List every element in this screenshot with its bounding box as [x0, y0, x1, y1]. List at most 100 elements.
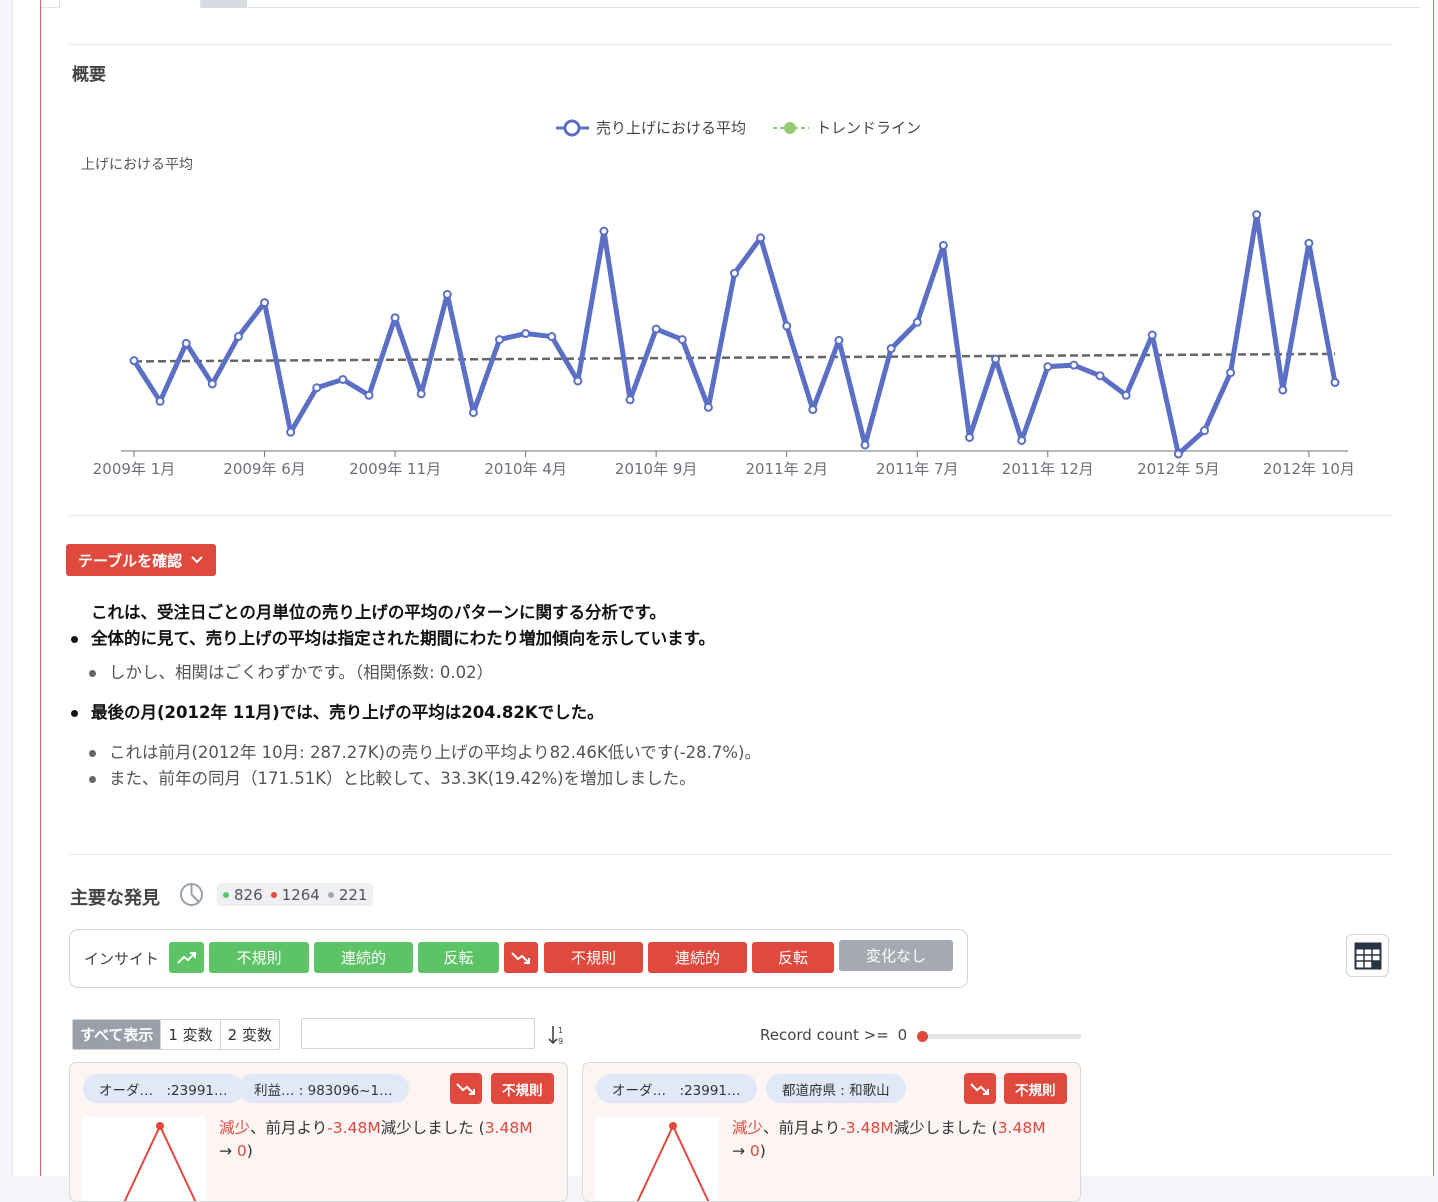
data-point[interactable] [1173, 449, 1183, 459]
legend-trend-label: トレンドライン [816, 119, 921, 137]
no-change-filter[interactable]: 変化なし [839, 940, 953, 971]
view-table-button[interactable]: テーブルを確認 [66, 544, 217, 576]
data-point[interactable] [495, 335, 505, 345]
data-point[interactable] [129, 356, 139, 366]
data-point[interactable] [364, 390, 374, 400]
data-point[interactable] [782, 321, 792, 331]
data-point[interactable] [860, 440, 870, 450]
x-tick-label: 2009年 6月 [223, 460, 306, 478]
data-point[interactable] [573, 376, 583, 386]
trend-down-filter[interactable] [504, 942, 538, 973]
data-point[interactable] [1095, 371, 1105, 381]
filter-pill: 都道府県 : 和歌山 [766, 1074, 906, 1103]
data-point[interactable] [547, 332, 557, 342]
down-continuous-filter[interactable]: 連続的 [648, 942, 747, 973]
data-point[interactable] [468, 408, 478, 418]
slider-handle[interactable] [917, 1031, 928, 1042]
data-point[interactable] [912, 317, 922, 327]
record-count-slider[interactable] [917, 1031, 1081, 1042]
data-point[interactable] [338, 374, 348, 384]
data-point[interactable] [442, 289, 452, 299]
data-point[interactable] [1069, 360, 1079, 370]
chevron-down-icon [191, 556, 203, 564]
data-point[interactable] [730, 268, 739, 278]
count-neutral: 221 [327, 886, 367, 904]
data-point[interactable] [1121, 390, 1131, 400]
mini-chart [595, 1117, 719, 1201]
trend-down-icon [511, 951, 530, 964]
data-point[interactable] [1147, 330, 1157, 340]
data-point[interactable] [625, 395, 635, 405]
data-point[interactable] [1226, 368, 1236, 378]
record-count-text: Record count >= [760, 1026, 894, 1044]
x-tick-label: 2011年 12月 [1002, 460, 1094, 478]
data-point[interactable] [1252, 210, 1262, 220]
data-point[interactable] [599, 226, 609, 236]
data-point[interactable] [1330, 377, 1340, 387]
filter-pill: オーダ… :23991… [596, 1074, 757, 1103]
data-point[interactable] [390, 313, 400, 323]
show-all-tab[interactable]: すべて表示 [73, 1020, 162, 1049]
data-point[interactable] [1199, 426, 1209, 436]
chart-legend[interactable]: 売り上げにおける平均 トレンドライン [556, 119, 921, 137]
data-point[interactable] [207, 379, 217, 389]
data-point[interactable] [233, 332, 243, 342]
data-point[interactable] [416, 389, 426, 399]
insight-filter-bar: インサイト 不規則 連続的 反転 不規則 連続的 反転 変化なし [69, 929, 968, 988]
sort-icon[interactable]: 1 9 [547, 1023, 567, 1047]
up-reversal-filter[interactable]: 反転 [418, 942, 499, 973]
data-point[interactable] [756, 233, 766, 243]
up-irregular-filter[interactable]: 不規則 [209, 942, 309, 973]
data-point[interactable] [1043, 362, 1053, 372]
tab-inactive[interactable] [201, 0, 247, 8]
data-point[interactable] [1017, 435, 1027, 445]
up-continuous-filter[interactable]: 連続的 [314, 942, 413, 973]
finding-card[interactable]: オーダ… :23991… 利益… : 983096~1… 不規則 減少、前月より… [69, 1062, 568, 1202]
trend-up-filter[interactable] [169, 942, 204, 973]
svg-text:9: 9 [558, 1037, 563, 1046]
decrease-amount: -3.48M [327, 1119, 381, 1137]
data-point[interactable] [155, 396, 165, 406]
x-axis-ticks: 2009年 1月 2009年 6月 2009年 11月 2010年 4月 2010年 9… [93, 451, 1355, 478]
data-point[interactable] [651, 324, 661, 334]
data-point[interactable] [964, 432, 974, 442]
card-text-part: ) [246, 1142, 253, 1160]
data-point[interactable] [703, 402, 713, 412]
card-text-part: 、前月より [763, 1119, 841, 1137]
finding-card[interactable]: オーダ… :23991… 都道府県 : 和歌山 不規則 減少、前月より-3.48… [582, 1062, 1081, 1202]
view-table-label: テーブルを確認 [78, 551, 183, 570]
trend-down-icon [964, 1073, 996, 1104]
one-variable-tab[interactable]: 1 変数 [161, 1020, 221, 1049]
data-point[interactable] [677, 335, 687, 345]
data-point[interactable] [808, 405, 818, 415]
two-variable-tab[interactable]: 2 変数 [221, 1020, 279, 1049]
series-layer [129, 210, 1340, 459]
down-irregular-filter[interactable]: 不規則 [544, 942, 643, 973]
filter-pill: オーダ… :23991… [83, 1074, 244, 1103]
data-point[interactable] [260, 298, 270, 308]
data-point[interactable] [834, 335, 844, 345]
overview-title: 概要 [72, 65, 106, 85]
table-view-button[interactable] [1346, 934, 1389, 977]
down-reversal-filter[interactable]: 反転 [752, 942, 834, 973]
y-axis-label: 上げにおける平均 [81, 157, 193, 173]
divider [69, 44, 1393, 45]
page-background: 概要 売り上げにおける平均 トレンドライン 上げにおける平均 2009年 1月 2… [12, 0, 1438, 1202]
search-input[interactable] [301, 1018, 535, 1049]
data-point[interactable] [1278, 385, 1288, 395]
data-point[interactable] [1304, 238, 1314, 248]
decrease-word: 減少 [219, 1119, 251, 1137]
data-point[interactable] [312, 383, 322, 393]
data-point[interactable] [521, 329, 531, 339]
data-point[interactable] [886, 344, 896, 354]
data-point[interactable] [181, 338, 191, 348]
tab-active[interactable] [59, 0, 201, 8]
line-chart: 売り上げにおける平均 トレンドライン 上げにおける平均 2009年 1月 2009… [81, 119, 1355, 478]
legend-trend-marker [784, 122, 796, 134]
pie-chart-icon[interactable] [179, 882, 204, 907]
data-point[interactable] [938, 240, 948, 250]
data-point[interactable] [286, 427, 296, 437]
arrow-text: → [219, 1142, 237, 1160]
data-point[interactable] [991, 354, 1001, 364]
summary-list: 全体的に見て、売り上げの平均は指定された期間にわたり増加傾向を示しています。 し… [65, 626, 1065, 792]
